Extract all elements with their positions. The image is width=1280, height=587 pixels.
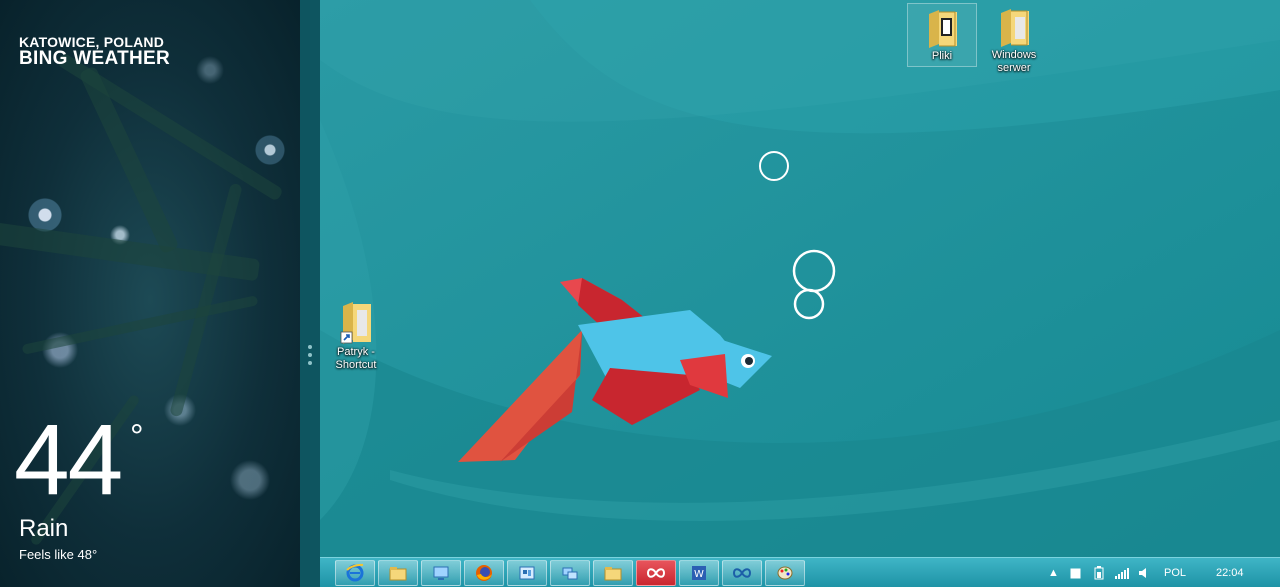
tray-show-hidden-icon[interactable]: ▲ [1048, 558, 1059, 587]
desktop-icon-label: Patryk - Shortcut [335, 346, 377, 371]
paint-icon [777, 566, 793, 580]
taskbar-internet-explorer[interactable] [335, 560, 375, 586]
folder-icon [929, 10, 957, 48]
taskbar-infinity-app-active[interactable] [636, 560, 676, 586]
taskbar-file-explorer[interactable] [378, 560, 418, 586]
desktop[interactable]: Pliki Windows serwer Patryk - Shortcut [320, 0, 1280, 557]
weather-feels-like: Feels like 48° [19, 547, 98, 562]
taskbar-infinity-app[interactable] [722, 560, 762, 586]
weather-degree: ° [130, 418, 144, 456]
tray-clock[interactable]: 22:04 [1216, 558, 1244, 587]
network-icon [562, 567, 578, 580]
file-explorer-icon [389, 567, 407, 581]
tray-language[interactable]: POL [1164, 558, 1186, 587]
control-panel-icon [519, 566, 535, 580]
taskbar-control-panel[interactable] [507, 560, 547, 586]
weather-app[interactable]: KATOWICE, POLAND BING WEATHER 44 ° Rain … [0, 0, 300, 587]
tray-volume-icon[interactable] [1138, 558, 1150, 587]
weather-temperature: 44 [14, 404, 123, 516]
taskbar-network[interactable] [550, 560, 590, 586]
desktop-icon-label: Windows serwer [991, 49, 1037, 74]
infinity-app-icon [646, 568, 666, 578]
folder-icon [604, 567, 622, 581]
tray-network-signal-icon[interactable] [1115, 558, 1129, 587]
snap-splitter[interactable] [300, 0, 320, 587]
word-icon: W [692, 566, 706, 580]
desktop-icon-pliki[interactable]: Pliki [907, 3, 977, 67]
desktop-wallpaper [320, 0, 1280, 557]
desktop-icon-label: Pliki [931, 50, 953, 62]
taskbar-folder[interactable] [593, 560, 633, 586]
internet-explorer-icon [346, 563, 364, 582]
tray-battery-icon[interactable] [1093, 558, 1105, 587]
folder-shortcut-icon [340, 302, 371, 344]
splitter-grip-icon[interactable] [308, 345, 312, 369]
screen: KATOWICE, POLAND BING WEATHER 44 ° Rain … [0, 0, 1280, 587]
firefox-icon [476, 565, 492, 581]
computer-icon [433, 566, 449, 580]
tray-action-center-icon[interactable] [1070, 558, 1081, 587]
taskbar-computer[interactable] [421, 560, 461, 586]
svg-text:W: W [694, 569, 704, 580]
taskbar-word[interactable]: W [679, 560, 719, 586]
weather-app-title: BING WEATHER [19, 48, 171, 69]
taskbar-paint[interactable] [765, 560, 805, 586]
taskbar[interactable]: W ▲ POL 22:04 [320, 557, 1280, 587]
weather-condition: Rain [19, 515, 69, 542]
infinity-app-icon [732, 568, 752, 578]
desktop-icon-windows-serwer[interactable]: Windows serwer [979, 3, 1049, 75]
folder-icon [1001, 9, 1029, 47]
desktop-icon-patryk-shortcut[interactable]: Patryk - Shortcut [321, 296, 391, 372]
taskbar-firefox[interactable] [464, 560, 504, 586]
